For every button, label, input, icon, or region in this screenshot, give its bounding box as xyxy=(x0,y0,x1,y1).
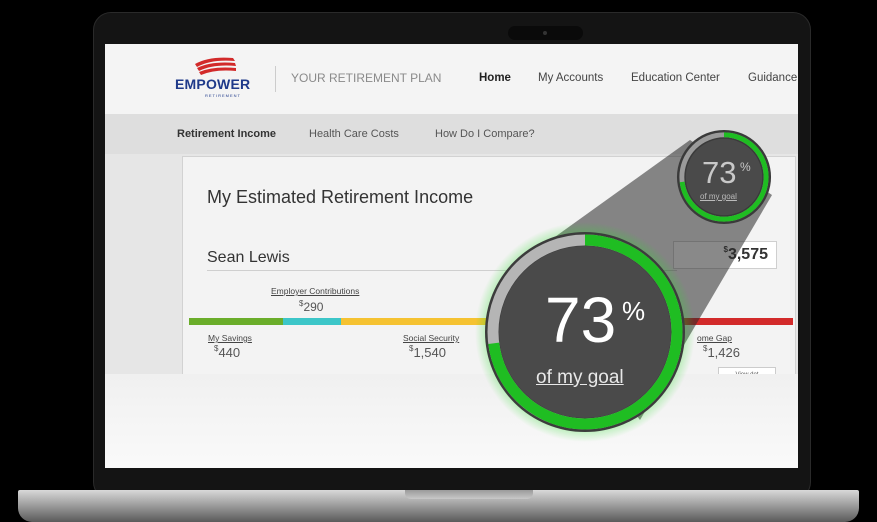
percent-sign: % xyxy=(622,296,646,326)
goal-caption-link[interactable]: of my goal xyxy=(536,367,624,389)
small-goal-caption: of my goal xyxy=(700,192,737,201)
zoom-cone xyxy=(520,140,772,420)
small-percent-sign: % xyxy=(740,160,751,174)
small-goal-percent: 73 xyxy=(702,155,737,190)
goal-percent: 73 xyxy=(545,284,617,356)
